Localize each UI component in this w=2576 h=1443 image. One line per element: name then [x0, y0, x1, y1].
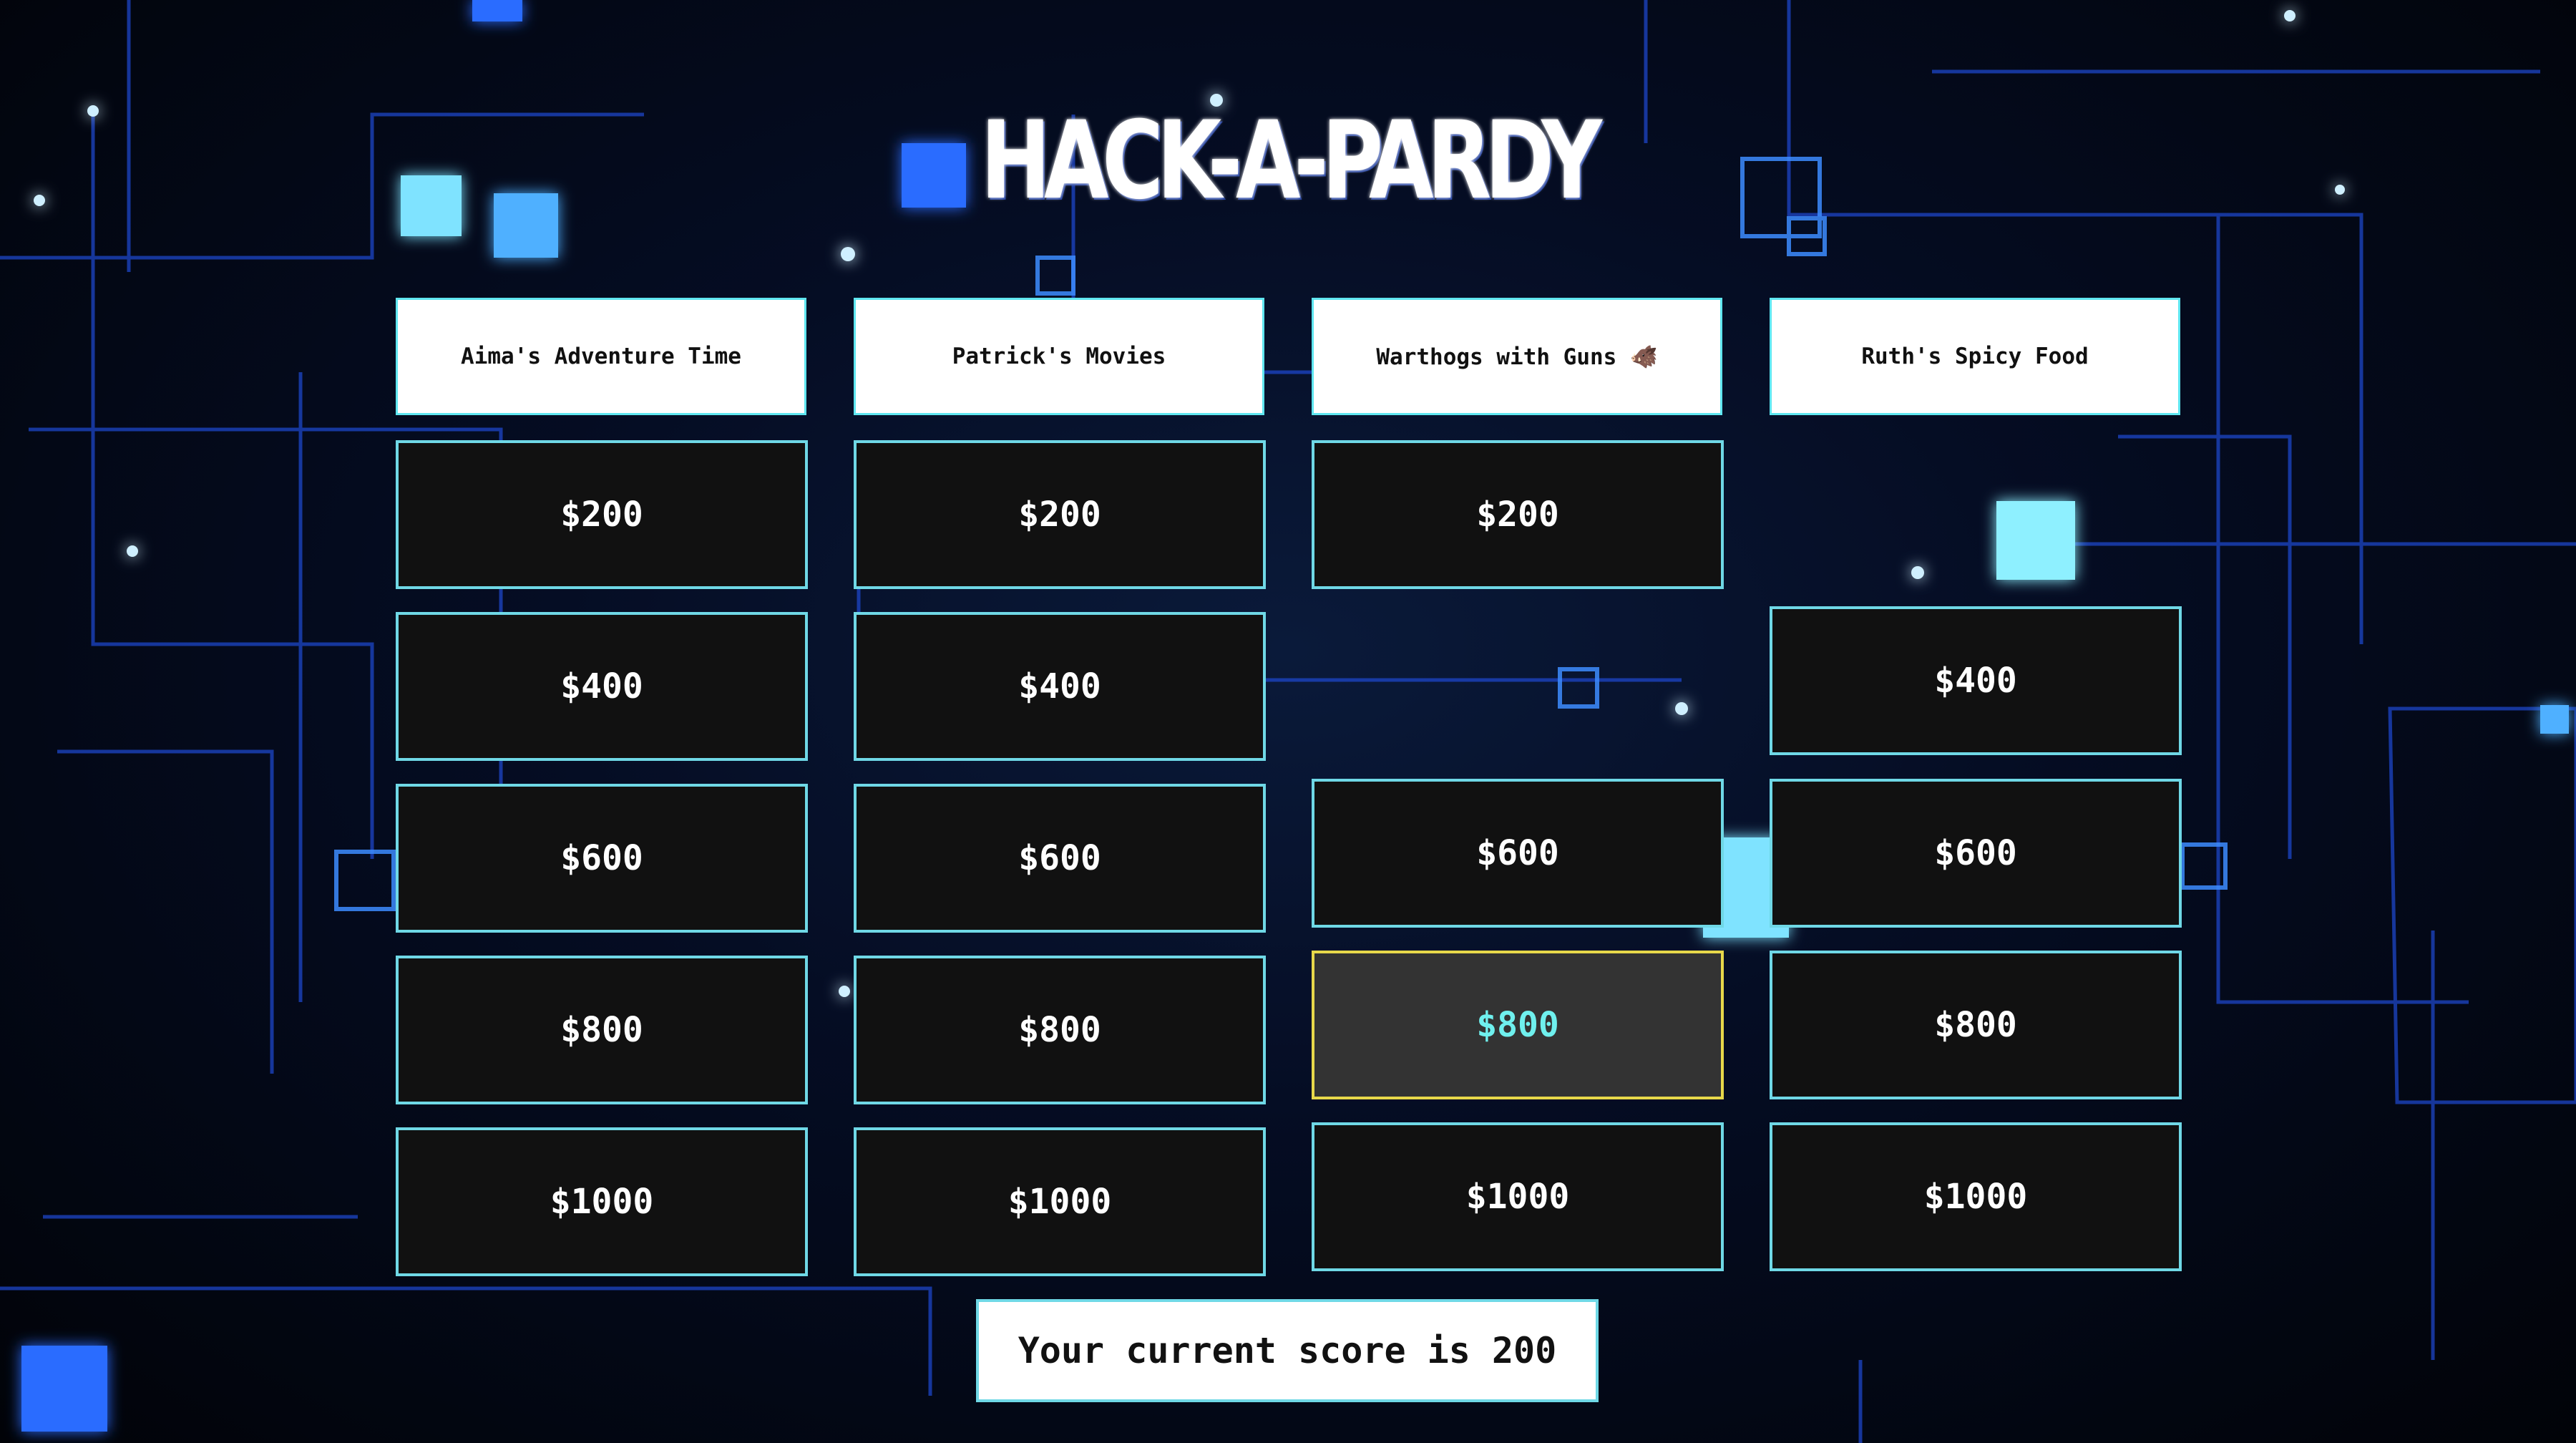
- score-display: Your current score is 200: [976, 1299, 1599, 1402]
- clue-cell[interactable]: $400: [1770, 606, 2182, 755]
- clue-cell[interactable]: $1000: [396, 1127, 808, 1276]
- clue-cell[interactable]: $1000: [1312, 1122, 1724, 1271]
- clue-cell[interactable]: $800: [1770, 951, 2182, 1099]
- clue-cell[interactable]: $600: [1312, 779, 1724, 928]
- clue-cell[interactable]: $600: [396, 784, 808, 933]
- clue-cell[interactable]: $200: [396, 440, 808, 589]
- clue-cell[interactable]: $400: [396, 612, 808, 761]
- category-header: Ruth's Spicy Food: [1770, 298, 2180, 415]
- clue-cell[interactable]: $800: [854, 956, 1266, 1104]
- game-title: HACK-A-PARDY: [980, 99, 1602, 223]
- category-header: Warthogs with Guns 🐗: [1312, 298, 1722, 415]
- clue-cell[interactable]: $200: [1312, 440, 1724, 589]
- game-screen: HACK-A-PARDY Aima's Adventure Time $200 $4…: [0, 0, 2576, 1443]
- clue-cell[interactable]: $200: [854, 440, 1266, 589]
- category-header: Patrick's Movies: [854, 298, 1264, 415]
- clue-cell[interactable]: $600: [1770, 779, 2182, 928]
- clue-cell[interactable]: $800: [396, 956, 808, 1104]
- category-header: Aima's Adventure Time: [396, 298, 806, 415]
- clue-cell[interactable]: $1000: [854, 1127, 1266, 1276]
- clue-cell[interactable]: $600: [854, 784, 1266, 933]
- clue-cell[interactable]: $400: [854, 612, 1266, 761]
- clue-cell[interactable]: $800: [1312, 951, 1724, 1099]
- clue-cell[interactable]: $1000: [1770, 1122, 2182, 1271]
